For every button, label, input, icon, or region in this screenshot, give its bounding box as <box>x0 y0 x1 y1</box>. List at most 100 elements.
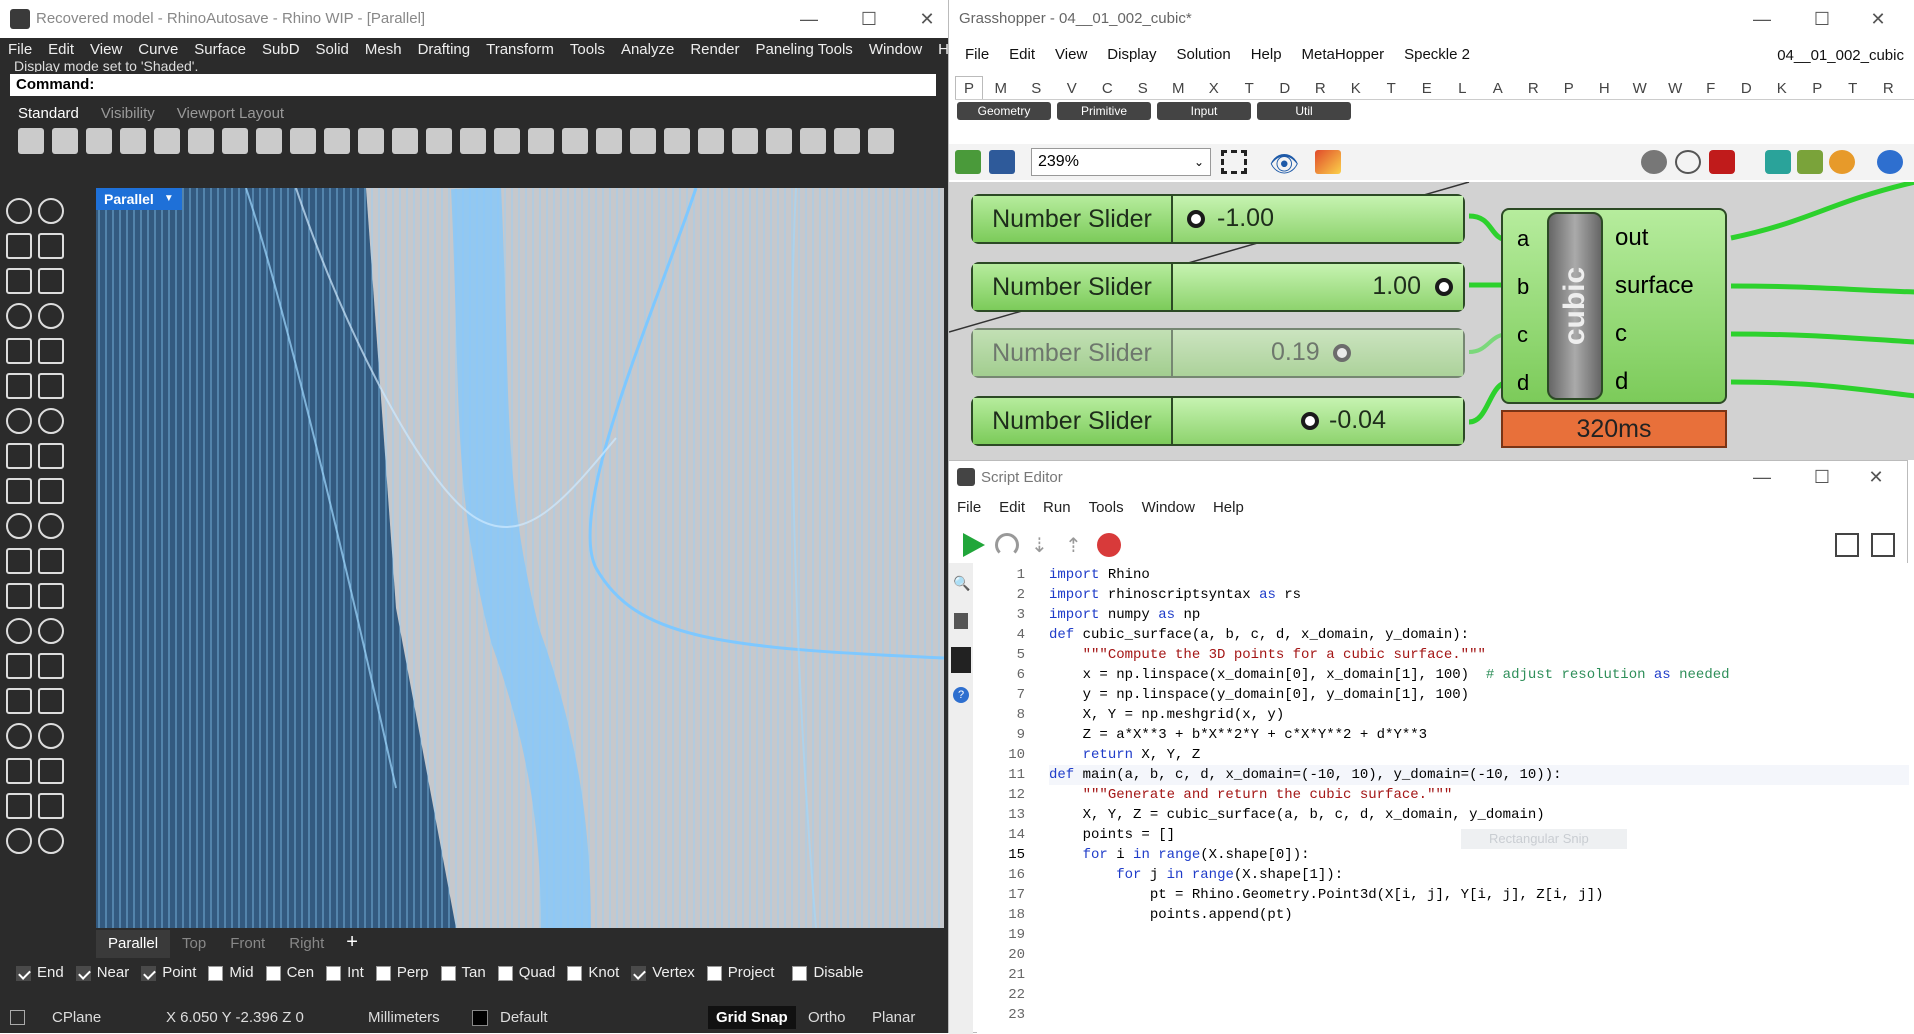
toolbar-tab-standard[interactable]: Standard <box>18 105 79 122</box>
tool-13-0-icon[interactable] <box>6 653 32 679</box>
gh-tab-8[interactable]: T <box>1232 77 1268 99</box>
number-slider-a[interactable]: Number Slider -1.00 <box>971 194 1465 244</box>
zoom-extents-icon[interactable] <box>460 128 486 154</box>
minimize-icon[interactable]: — <box>1739 0 1785 38</box>
lock-icon[interactable] <box>766 128 792 154</box>
osnap-point[interactable]: Point <box>141 960 196 986</box>
osnap-end[interactable]: End <box>16 960 64 986</box>
checkbox[interactable] <box>75 965 91 981</box>
gh-tab-22[interactable]: D <box>1729 77 1765 99</box>
undo-icon[interactable] <box>290 128 316 154</box>
checkbox[interactable] <box>141 965 157 981</box>
material-icon[interactable] <box>1829 150 1855 174</box>
step-into-icon[interactable]: ⇣ <box>1031 533 1048 558</box>
display-icon[interactable] <box>1877 150 1903 174</box>
expand-panel-icon[interactable] <box>1871 533 1895 557</box>
gh-tab-19[interactable]: W <box>1622 77 1658 99</box>
checkbox[interactable] <box>208 965 224 981</box>
maximize-icon[interactable]: ☐ <box>1799 461 1845 493</box>
viewport-tab-right[interactable]: Right <box>277 930 336 958</box>
gh-tab-16[interactable]: R <box>1516 77 1552 99</box>
tool-0-0-icon[interactable] <box>6 198 32 224</box>
preview-eye-icon[interactable]: 👁 <box>1269 150 1299 179</box>
osnap-tan[interactable]: Tan <box>440 960 486 986</box>
stop-icon[interactable] <box>1097 533 1121 557</box>
menu-item-view[interactable]: View <box>90 41 122 58</box>
gh-tab-7[interactable]: X <box>1196 77 1232 99</box>
ortho-toggle[interactable]: Ortho <box>808 1002 846 1033</box>
menu-item-edit[interactable]: Edit <box>48 41 74 58</box>
menu-item-drafting[interactable]: Drafting <box>418 41 471 58</box>
checkbox[interactable] <box>497 965 513 981</box>
new-icon[interactable] <box>18 128 44 154</box>
input-b[interactable]: b <box>1517 274 1529 300</box>
tool-16-1-icon[interactable] <box>38 758 64 784</box>
minimize-icon[interactable]: — <box>786 0 832 38</box>
gh-tab-17[interactable]: P <box>1551 77 1587 99</box>
gh-menu-item-edit[interactable]: Edit <box>1009 46 1035 63</box>
gh-menu-item-display[interactable]: Display <box>1107 46 1156 63</box>
step-over-icon[interactable] <box>995 533 1019 557</box>
osnap-mid[interactable]: Mid <box>208 960 254 986</box>
tool-9-0-icon[interactable] <box>6 513 32 539</box>
layer-label[interactable]: Default <box>500 1002 548 1033</box>
gh-tab-10[interactable]: R <box>1303 77 1339 99</box>
viewport-tab-front[interactable]: Front <box>218 930 277 958</box>
pan-icon[interactable] <box>324 128 350 154</box>
checkbox[interactable] <box>567 965 583 981</box>
layer-icon[interactable] <box>800 128 826 154</box>
step-out-icon[interactable]: ⇡ <box>1065 533 1082 558</box>
tool-6-0-icon[interactable] <box>6 408 32 434</box>
tool-6-1-icon[interactable] <box>38 408 64 434</box>
checkbox[interactable] <box>375 965 391 981</box>
chevron-down-icon[interactable]: ▼ <box>164 188 174 210</box>
gh-canvas[interactable]: Number Slider -1.00 Number Slider 1.00 N… <box>949 182 1914 460</box>
menu-item-window[interactable]: Window <box>869 41 922 58</box>
gh-tab-20[interactable]: W <box>1658 77 1694 99</box>
tool-7-1-icon[interactable] <box>38 443 64 469</box>
toolbar-tab-viewport-layout[interactable]: Viewport Layout <box>177 105 284 122</box>
tool-1-1-icon[interactable] <box>38 233 64 259</box>
tool-15-0-icon[interactable] <box>6 723 32 749</box>
tool-5-0-icon[interactable] <box>6 373 32 399</box>
render-icon[interactable] <box>1797 150 1823 174</box>
output-surface[interactable]: surface <box>1615 272 1694 300</box>
gh-tab-0[interactable]: P <box>955 76 983 99</box>
minimize-icon[interactable]: — <box>1739 461 1785 493</box>
gh-menu-item-file[interactable]: File <box>965 46 989 63</box>
editor-menu-item-window[interactable]: Window <box>1142 499 1195 516</box>
shaded-icon[interactable] <box>1765 150 1791 174</box>
viewport-tab-top[interactable]: Top <box>170 930 218 958</box>
gh-tab-15[interactable]: A <box>1480 77 1516 99</box>
panel-icon[interactable] <box>951 647 971 673</box>
gh-tab-24[interactable]: P <box>1800 77 1836 99</box>
gh-menu-item-speckle-2[interactable]: Speckle 2 <box>1404 46 1470 63</box>
print-icon[interactable] <box>120 128 146 154</box>
zoom-selected-icon[interactable] <box>494 128 520 154</box>
output-d[interactable]: d <box>1615 368 1628 396</box>
tool-10-1-icon[interactable] <box>38 548 64 574</box>
tool-12-0-icon[interactable] <box>6 618 32 644</box>
gh-tab-3[interactable]: V <box>1054 77 1090 99</box>
file-icon[interactable] <box>954 613 968 629</box>
close-icon[interactable]: ✕ <box>1855 0 1901 38</box>
checkbox[interactable] <box>440 965 456 981</box>
tool-15-1-icon[interactable] <box>38 723 64 749</box>
gh-tab-5[interactable]: S <box>1125 77 1161 99</box>
gh-tab-9[interactable]: D <box>1267 77 1303 99</box>
zoom-field[interactable]: 239% ⌄ <box>1031 148 1211 176</box>
tool-10-0-icon[interactable] <box>6 548 32 574</box>
cplane-label[interactable]: CPlane <box>52 1002 101 1033</box>
menu-item-help[interactable]: Help <box>938 41 948 58</box>
editor-menu-item-file[interactable]: File <box>957 499 981 516</box>
tool-3-0-icon[interactable] <box>6 303 32 329</box>
checkbox[interactable] <box>706 965 722 981</box>
viewport-parallel[interactable]: Parallel ▼ <box>96 188 944 928</box>
grid-snap-toggle[interactable]: Grid Snap <box>708 1006 796 1029</box>
target-icon[interactable] <box>664 128 690 154</box>
number-slider-d[interactable]: Number Slider -0.04 <box>971 396 1465 446</box>
gh-group-util[interactable]: Util <box>1257 102 1351 120</box>
code-area[interactable]: 1 2 3 4 5 6 7 8 9 10 11 12 13 14 15 16 17 18 19 20 21 22 23 im… <box>977 563 1909 1034</box>
gh-menu-item-view[interactable]: View <box>1055 46 1087 63</box>
checkbox[interactable] <box>265 965 281 981</box>
